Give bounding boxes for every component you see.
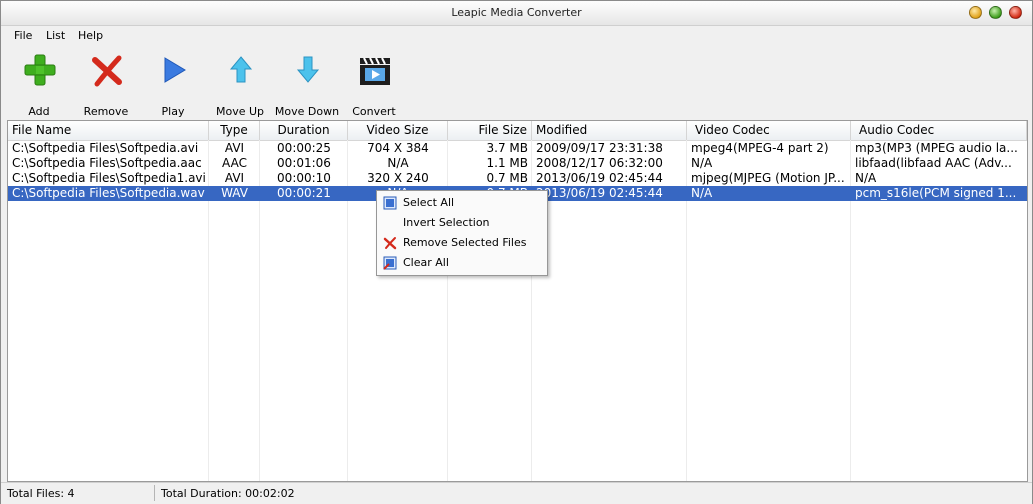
menu-bar: File List Help [1,26,1032,46]
duration-cell: 00:00:25 [277,141,331,155]
table-row[interactable]: C:\Softpedia Files\Softpedia.aac AAC 00:… [8,156,1027,171]
file-name-cell: C:\Softpedia Files\Softpedia.wav [12,186,205,200]
total-duration-status: Total Duration: 00:02:02 [161,487,295,500]
file-name-cell: C:\Softpedia Files\Softpedia1.avi [12,171,206,185]
video-codec-cell: N/A [691,156,713,170]
remove-icon [383,237,397,250]
menu-item-clear-all[interactable]: Clear All [377,253,547,273]
audio-codec-cell: libfaad(libfaad AAC (Adv... [855,156,1012,170]
column-type[interactable]: Type [209,121,260,140]
column-file-size[interactable]: File Size [448,121,532,140]
convert-label: Convert [352,105,396,118]
menu-item-label: Clear All [403,256,449,269]
column-video-codec[interactable]: Video Codec [687,121,851,140]
type-cell: WAV [221,186,248,200]
select-all-icon [383,196,397,210]
file-name-cell: C:\Softpedia Files\Softpedia.aac [12,156,202,170]
status-bar: Total Files: 4 Total Duration: 00:02:02 [1,482,1032,504]
column-file-name[interactable]: File Name [8,121,209,140]
menu-item-label: Remove Selected Files [403,236,527,249]
modified-cell: 2013/06/19 02:45:44 [536,186,663,200]
move-down-button[interactable]: Move Down [272,50,342,118]
video-size-cell: N/A [387,156,409,170]
duration-cell: 00:01:06 [277,156,331,170]
minimize-button[interactable] [969,6,982,19]
move-up-label: Move Up [215,105,265,118]
remove-label: Remove [83,105,129,118]
audio-codec-cell: pcm_s16le(PCM signed 1... [855,186,1017,200]
column-audio-codec[interactable]: Audio Codec [851,121,1027,140]
menu-item-remove-selected-files[interactable]: Remove Selected Files [377,233,547,253]
play-button[interactable]: Play [138,50,208,118]
title-bar[interactable]: Leapic Media Converter [1,1,1032,26]
convert-button[interactable]: Convert [339,50,409,118]
video-codec-cell: mjpeg(MJPEG (Motion JP... [691,171,845,185]
status-divider [154,485,155,501]
play-icon [164,57,186,83]
column-video-size[interactable]: Video Size [348,121,448,140]
close-button[interactable] [1009,6,1022,19]
move-down-icon [296,56,320,83]
move-up-icon [229,56,253,83]
toolbar: Add Remove Play Move Up Move Down Conver… [1,46,1032,119]
type-cell: AVI [224,171,245,185]
add-button[interactable]: Add [4,50,74,118]
menu-help[interactable]: Help [78,29,103,42]
play-label: Play [161,105,185,118]
audio-codec-cell: mp3(MP3 (MPEG audio la... [855,141,1018,155]
clapperboard-icon [360,57,390,85]
modified-cell: 2008/12/17 06:32:00 [536,156,663,170]
move-up-button[interactable]: Move Up [205,50,275,118]
total-files-status: Total Files: 4 [7,487,75,500]
type-cell: AAC [222,156,247,170]
type-cell: AVI [224,141,245,155]
audio-codec-cell: N/A [855,171,877,185]
add-label: Add [28,105,50,118]
menu-item-label: Invert Selection [403,216,490,229]
menu-file[interactable]: File [14,29,32,42]
file-name-cell: C:\Softpedia Files\Softpedia.avi [12,141,199,155]
video-codec-cell: N/A [691,186,713,200]
table-row[interactable]: C:\Softpedia Files\Softpedia1.avi AVI 00… [8,171,1027,186]
main-window: Leapic Media Converter File List Help Ad… [0,0,1033,504]
context-menu: Select All Invert Selection Remove Selec… [376,190,548,276]
menu-list[interactable]: List [46,29,65,42]
video-codec-cell: mpeg4(MPEG-4 part 2) [691,141,829,155]
menu-item-select-all[interactable]: Select All [377,193,547,213]
modified-cell: 2013/06/19 02:45:44 [536,171,663,185]
column-duration[interactable]: Duration [260,121,348,140]
column-modified[interactable]: Modified [532,121,687,140]
list-header: File Name Type Duration Video Size File … [8,121,1027,141]
video-size-cell: 320 X 240 [367,171,429,185]
move-down-label: Move Down [274,105,340,118]
file-size-cell: 1.1 MB [486,156,528,170]
menu-item-invert-selection[interactable]: Invert Selection [377,213,547,233]
add-icon [24,54,56,86]
window-title: Leapic Media Converter [451,6,582,19]
maximize-button[interactable] [989,6,1002,19]
table-row[interactable]: C:\Softpedia Files\Softpedia.avi AVI 00:… [8,141,1027,156]
video-size-cell: 704 X 384 [367,141,429,155]
menu-item-label: Select All [403,196,455,209]
file-size-cell: 0.7 MB [486,171,528,185]
file-list[interactable]: File Name Type Duration Video Size File … [7,120,1028,482]
clear-all-icon [383,256,397,270]
file-size-cell: 3.7 MB [486,141,528,155]
duration-cell: 00:00:21 [277,186,331,200]
modified-cell: 2009/09/17 23:31:38 [536,141,663,155]
remove-button[interactable]: Remove [71,50,141,118]
remove-icon [92,55,122,87]
duration-cell: 00:00:10 [277,171,331,185]
